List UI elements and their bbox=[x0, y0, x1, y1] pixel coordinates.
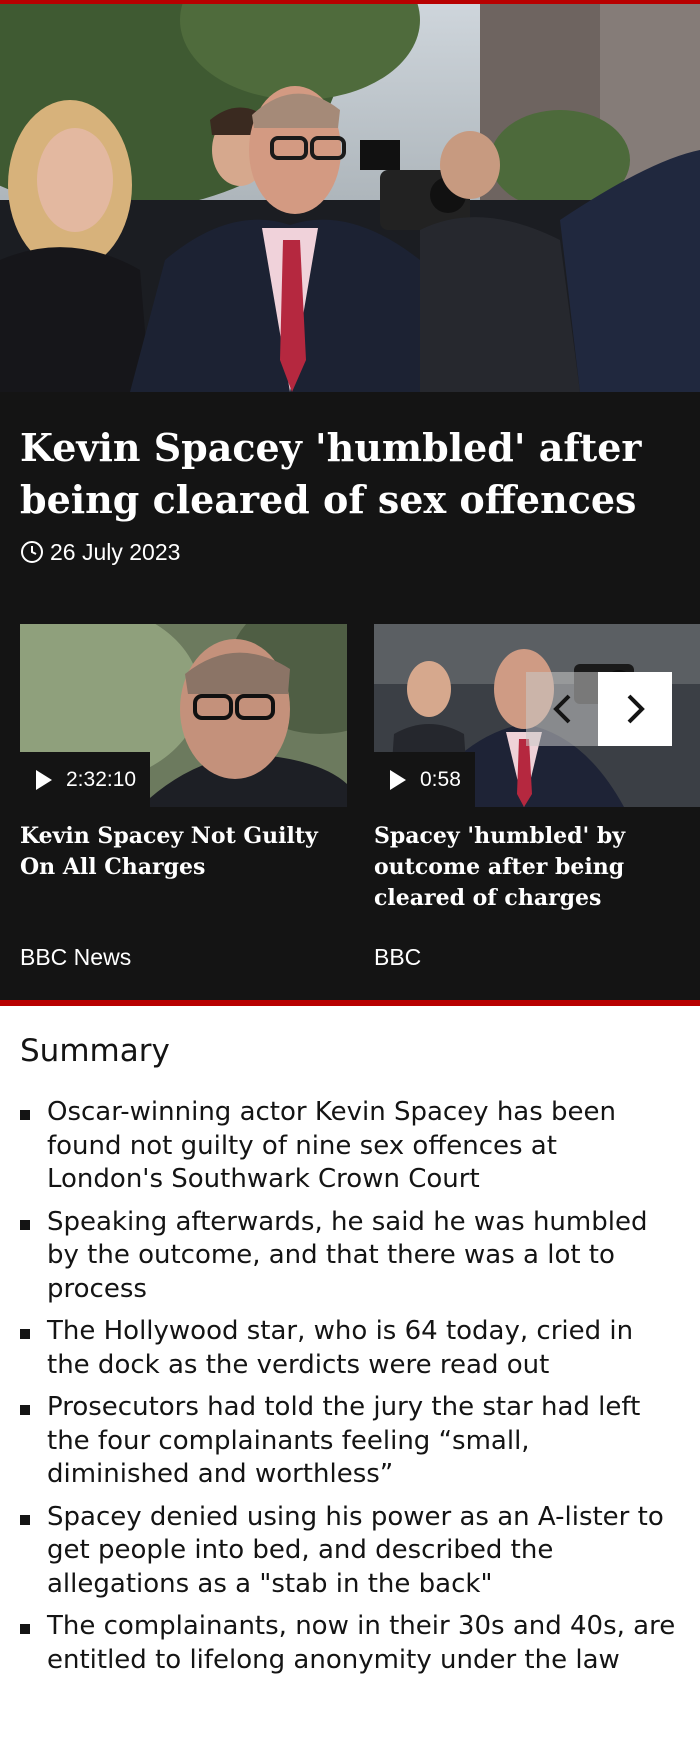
summary-list: Oscar-winning actor Kevin Spacey has bee… bbox=[20, 1096, 680, 1677]
video-source: BBC News bbox=[20, 944, 132, 970]
article-header-panel: Kevin Spacey 'humbled' after being clear… bbox=[0, 392, 700, 1000]
summary-section: Summary Oscar-winning actor Kevin Spacey… bbox=[20, 1030, 680, 1686]
date-text: 26 July 2023 bbox=[50, 538, 181, 565]
top-accent-bar bbox=[0, 0, 700, 4]
clock-icon bbox=[21, 541, 43, 563]
chevron-right-icon bbox=[627, 694, 645, 724]
duration-text: 0:58 bbox=[420, 767, 461, 791]
summary-item: Oscar-winning actor Kevin Spacey has bee… bbox=[20, 1096, 680, 1197]
video-title[interactable]: Spacey 'humbled' by outcome after being … bbox=[374, 821, 684, 914]
article-headline: Kevin Spacey 'humbled' after being clear… bbox=[20, 425, 642, 522]
carousel-prev-button[interactable] bbox=[526, 672, 600, 746]
duration-text: 2:32:10 bbox=[66, 767, 137, 791]
video-source: BBC bbox=[374, 944, 422, 970]
summary-item: Prosecutors had told the jury the star h… bbox=[20, 1391, 680, 1492]
play-icon bbox=[36, 769, 52, 790]
video-carousel: 2:32:10 Kevin Spacey Not Guilty On All C… bbox=[0, 624, 700, 1000]
chevron-left-icon bbox=[553, 694, 571, 724]
summary-item: The complainants, now in their 30s and 4… bbox=[20, 1610, 680, 1677]
carousel-next-button[interactable] bbox=[598, 672, 672, 746]
article-date: 26 July 2023 bbox=[20, 537, 180, 567]
video-thumbnail[interactable]: 2:32:10 bbox=[20, 624, 347, 807]
summary-item: The Hollywood star, who is 64 today, cri… bbox=[20, 1315, 680, 1382]
hero-image bbox=[0, 0, 700, 392]
video-duration-badge: 2:32:10 bbox=[20, 752, 151, 807]
summary-item: Speaking afterwards, he said he was humb… bbox=[20, 1206, 680, 1307]
section-divider bbox=[0, 1000, 700, 1006]
summary-heading: Summary bbox=[20, 1033, 170, 1069]
video-title[interactable]: Kevin Spacey Not Guilty On All Charges bbox=[20, 821, 330, 883]
play-icon bbox=[390, 769, 406, 790]
summary-item: Spacey denied using his power as an A-li… bbox=[20, 1501, 680, 1602]
video-card[interactable]: 2:32:10 Kevin Spacey Not Guilty On All C… bbox=[20, 624, 347, 970]
video-card[interactable]: 0:58 Spacey 'humbled' by outcome after b… bbox=[374, 624, 700, 970]
video-duration-badge: 0:58 bbox=[374, 752, 475, 807]
